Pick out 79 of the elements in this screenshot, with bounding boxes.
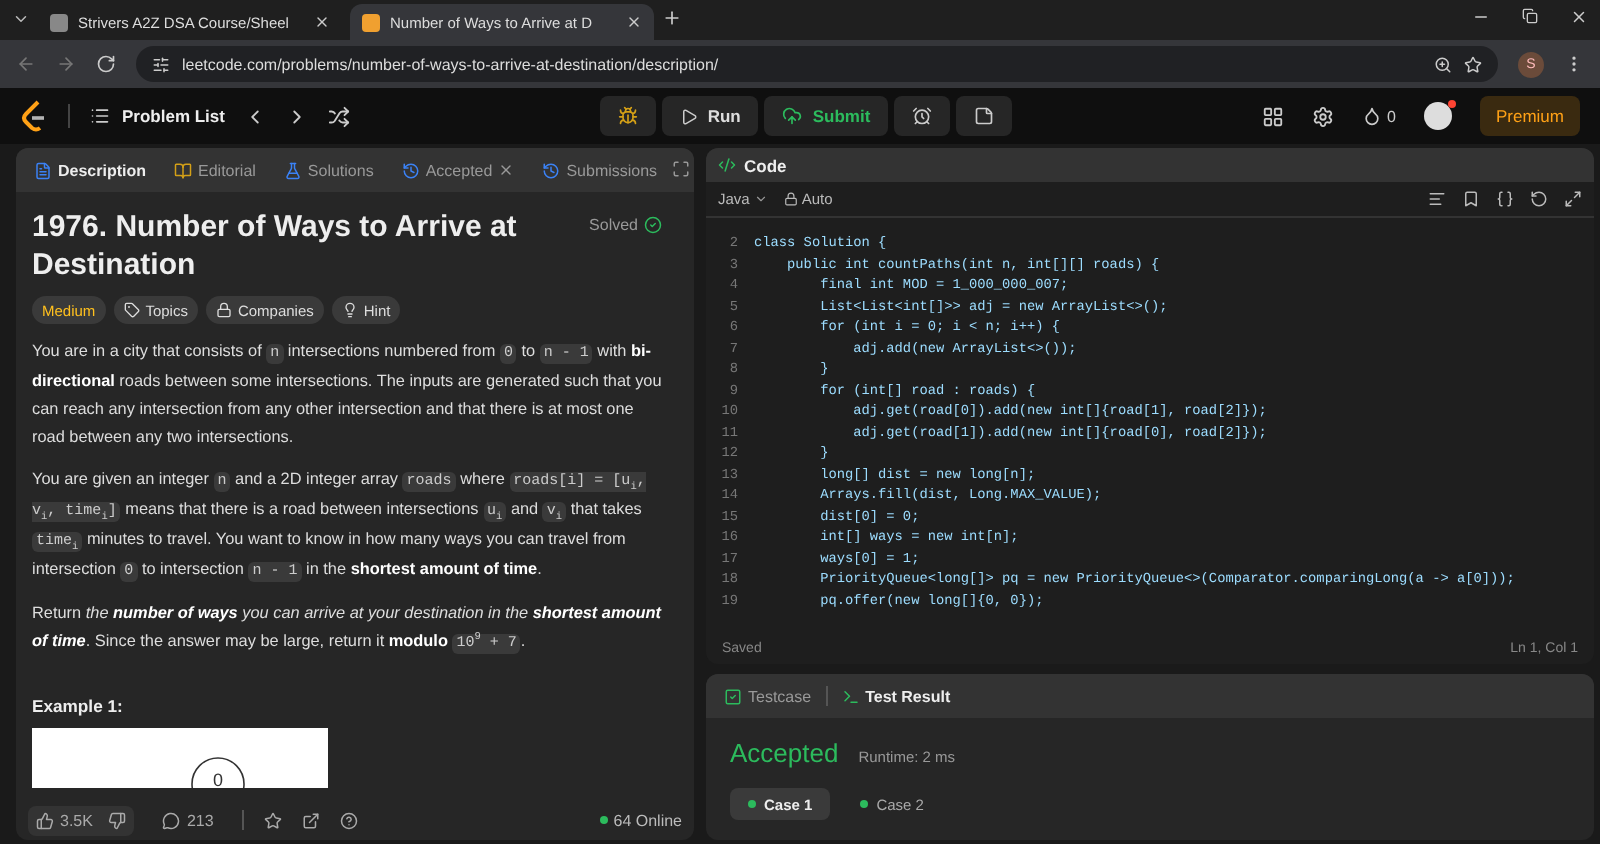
lightbulb-icon xyxy=(341,302,358,318)
history-icon xyxy=(542,161,561,179)
check-icon xyxy=(644,216,662,234)
upload-icon xyxy=(782,106,803,126)
example-heading: Example 1: xyxy=(32,696,125,716)
premium-button[interactable]: Premium xyxy=(1479,96,1580,136)
panel-tab[interactable]: Description xyxy=(28,161,153,179)
panel-tab[interactable]: Accepted xyxy=(395,161,521,179)
list-icon xyxy=(90,106,110,126)
alarm-icon xyxy=(912,106,933,126)
panel-title: Code xyxy=(744,155,787,175)
close-icon[interactable] xyxy=(314,14,330,30)
lock-icon xyxy=(215,302,232,318)
favicon-icon xyxy=(362,13,380,31)
panel-tab[interactable]: Solutions xyxy=(277,161,380,179)
close-icon[interactable] xyxy=(626,14,642,30)
play-icon xyxy=(679,107,698,125)
submit-button[interactable]: Submit xyxy=(764,96,889,136)
logo-icon[interactable] xyxy=(20,100,48,132)
expand-icon[interactable] xyxy=(1564,190,1582,208)
terminal-icon xyxy=(841,687,860,705)
graph-diagram: 0 xyxy=(32,728,328,788)
forward-icon[interactable] xyxy=(56,54,76,74)
online-dot xyxy=(599,816,608,824)
timer-button[interactable] xyxy=(894,96,951,136)
solved-status: Solved xyxy=(589,216,662,234)
checkbox-icon xyxy=(724,687,742,705)
panel-tab[interactable]: Submissions xyxy=(536,161,664,179)
close-icon[interactable] xyxy=(498,162,515,178)
thumbs-down-icon xyxy=(108,811,127,829)
bookmark-icon[interactable] xyxy=(1462,190,1480,208)
reload-icon[interactable] xyxy=(96,54,116,74)
book-icon xyxy=(174,161,193,179)
comments-button[interactable]: 213 xyxy=(154,811,222,829)
document-icon xyxy=(34,161,52,179)
online-label: 64 Online xyxy=(613,811,682,829)
grid-icon[interactable] xyxy=(1261,105,1284,127)
panel-tab[interactable]: Test Result xyxy=(835,687,957,705)
restore-icon[interactable] xyxy=(1522,7,1538,23)
back-icon[interactable] xyxy=(16,54,36,74)
zoom-icon[interactable] xyxy=(1434,55,1452,73)
settings-icon[interactable] xyxy=(1311,105,1334,127)
share-icon[interactable] xyxy=(301,811,320,829)
new-tab-icon[interactable] xyxy=(662,8,682,28)
thumbs-up-icon xyxy=(36,811,54,829)
close-icon[interactable] xyxy=(1570,7,1588,25)
bug-icon xyxy=(617,106,638,126)
panel-tab[interactable]: Testcase xyxy=(718,687,818,705)
note-icon xyxy=(974,106,995,126)
tag-icon xyxy=(123,302,140,318)
maximize-icon[interactable] xyxy=(671,160,690,178)
shuffle-icon[interactable] xyxy=(328,105,351,127)
site-info-icon[interactable] xyxy=(152,55,170,73)
star-icon[interactable] xyxy=(263,811,282,829)
tab-search-icon[interactable] xyxy=(12,10,30,28)
drop-icon xyxy=(1361,106,1382,126)
problem-list-button[interactable]: Problem List xyxy=(90,106,225,126)
problem-title: 1976. Number of Ways to Arrive at Destination xyxy=(32,208,519,284)
flask-icon xyxy=(283,161,302,179)
bookmark-star-icon[interactable] xyxy=(1464,55,1482,73)
notes-button[interactable] xyxy=(956,96,1013,136)
debug-button[interactable] xyxy=(599,96,656,136)
streak-counter[interactable]: 0 xyxy=(1361,106,1396,126)
verdict: Accepted xyxy=(730,738,839,768)
notification-dot xyxy=(1447,100,1456,108)
braces-icon[interactable] xyxy=(1496,190,1514,208)
code-icon xyxy=(718,156,736,174)
avatar[interactable] xyxy=(1423,102,1452,130)
favicon-icon xyxy=(50,13,68,31)
panel-tab[interactable]: Editorial xyxy=(168,161,262,179)
address-bar[interactable]: leetcode.com/problems/number-of-ways-to-arrive-at-destination/description/ xyxy=(136,46,1498,82)
reset-icon[interactable] xyxy=(1530,190,1548,208)
run-button[interactable]: Run xyxy=(661,96,759,136)
comment-icon xyxy=(162,811,181,829)
clock-icon xyxy=(401,161,420,179)
lock-icon xyxy=(783,192,798,206)
format-icon[interactable] xyxy=(1428,190,1446,208)
help-icon[interactable] xyxy=(339,811,358,829)
caret-icon xyxy=(753,192,768,206)
